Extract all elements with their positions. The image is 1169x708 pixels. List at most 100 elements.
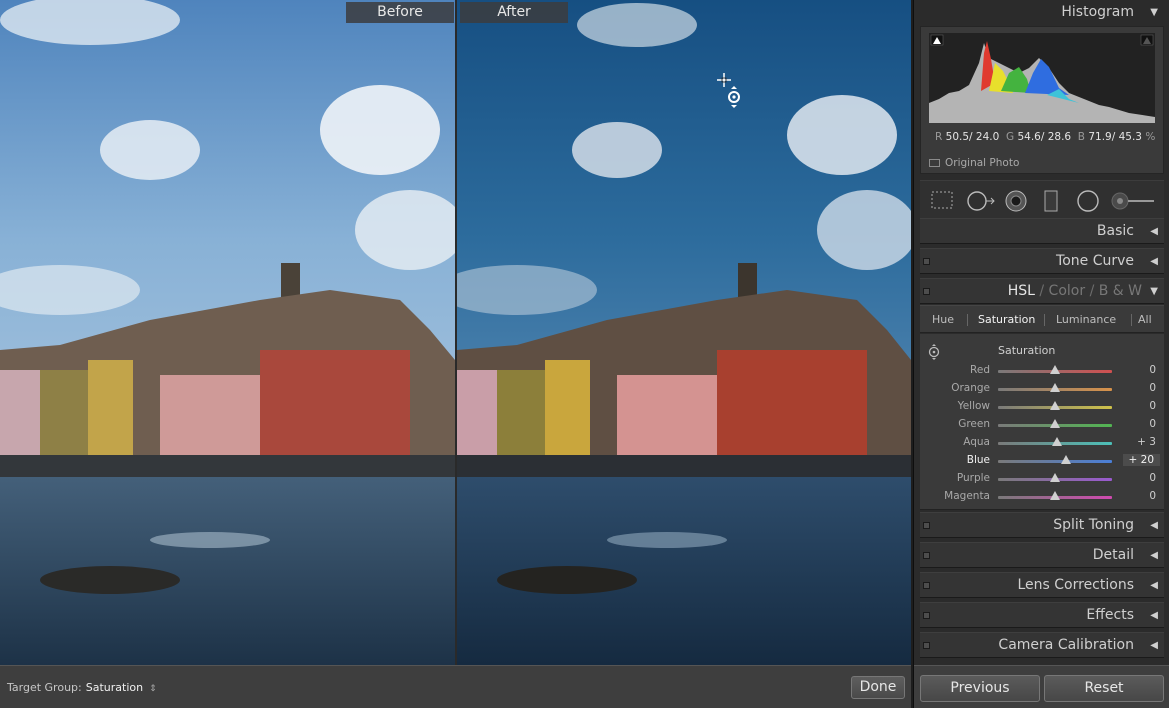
basic-section-header[interactable]: Basic ◀ <box>920 218 1164 244</box>
panel-switch-icon[interactable] <box>923 258 930 265</box>
histogram-graph <box>929 33 1155 123</box>
lens-corrections-section-header[interactable]: Lens Corrections ◀ <box>920 572 1164 598</box>
panel-switch-icon[interactable] <box>923 522 930 529</box>
expand-triangle-icon[interactable]: ◀ <box>1150 550 1158 561</box>
slider-value[interactable]: 0 <box>1149 472 1156 484</box>
slider-value[interactable]: 0 <box>1149 364 1156 376</box>
updown-arrows-icon[interactable]: ⇕ <box>149 684 157 694</box>
separator: / <box>1039 283 1045 299</box>
histogram-title: Histogram <box>1061 4 1134 20</box>
slider-thumb[interactable] <box>1050 401 1060 410</box>
slider-value[interactable]: 0 <box>1149 382 1156 394</box>
original-photo-label: Original Photo <box>945 157 1020 169</box>
panel-switch-icon[interactable] <box>923 582 930 589</box>
slider-row-aqua: Aqua + 3 <box>920 434 1164 452</box>
graduated-filter-icon[interactable] <box>1042 190 1060 212</box>
g-label: G <box>1005 131 1015 143</box>
camera-calibration-section-header[interactable]: Camera Calibration ◀ <box>920 632 1164 658</box>
after-label: After <box>460 2 568 23</box>
target-group-value[interactable]: Saturation <box>86 681 143 694</box>
before-after-viewer: Before After <box>0 0 911 665</box>
b-value: 71.9/ 45.3 <box>1088 131 1142 143</box>
expand-triangle-icon[interactable]: ◀ <box>1150 226 1158 237</box>
panel-switch-icon[interactable] <box>923 288 930 295</box>
hsl-tabs: Hue Saturation Luminance All <box>920 305 1164 333</box>
panel-bottom-buttons: Previous Reset <box>914 665 1169 708</box>
after-photo[interactable] <box>457 0 911 665</box>
saturation-heading: Saturation <box>998 344 1056 357</box>
before-photo <box>0 0 455 665</box>
g-value: 54.6/ 28.6 <box>1017 131 1072 143</box>
slider-value[interactable]: 0 <box>1149 418 1156 430</box>
expand-triangle-icon[interactable]: ◀ <box>1150 640 1158 651</box>
split-toning-section-header[interactable]: Split Toning ◀ <box>920 512 1164 538</box>
expand-triangle-icon[interactable]: ◀ <box>1150 256 1158 267</box>
tab-luminance[interactable]: Luminance <box>1056 313 1116 326</box>
slider-value[interactable]: + 3 <box>1137 436 1156 448</box>
slider-thumb[interactable] <box>1050 419 1060 428</box>
target-adjustment-tool-icon[interactable] <box>927 344 941 360</box>
tab-separator <box>1131 314 1132 326</box>
slider-thumb[interactable] <box>1061 455 1072 464</box>
slider-value[interactable]: 0 <box>1149 400 1156 412</box>
slider-thumb[interactable] <box>1050 473 1060 482</box>
tab-hue[interactable]: Hue <box>932 313 954 326</box>
effects-title: Effects <box>1086 607 1134 623</box>
slider-label: Blue <box>966 454 990 466</box>
slider-row-purple: Purple 0 <box>920 470 1164 488</box>
expand-triangle-icon[interactable]: ◀ <box>1150 520 1158 531</box>
split-toning-title: Split Toning <box>1053 517 1134 533</box>
radial-filter-icon[interactable] <box>1076 190 1100 212</box>
crop-overlay-icon[interactable] <box>930 190 954 210</box>
slider-label: Red <box>970 364 990 376</box>
tab-saturation[interactable]: Saturation <box>978 313 1035 326</box>
panel-switch-icon[interactable] <box>923 612 930 619</box>
r-label: R <box>935 131 943 143</box>
color-mode-label[interactable]: Color <box>1049 283 1086 299</box>
target-group-selector[interactable]: Target Group: Saturation ⇕ <box>7 681 157 694</box>
detail-section-header[interactable]: Detail ◀ <box>920 542 1164 568</box>
slider-value[interactable]: + 20 <box>1122 454 1160 466</box>
slider-thumb[interactable] <box>1050 365 1060 374</box>
panel-switch-icon[interactable] <box>923 552 930 559</box>
slider-thumb[interactable] <box>1051 437 1062 446</box>
hsl-section-header[interactable]: HSL / Color / B & W ▼ <box>920 278 1164 304</box>
tab-all[interactable]: All <box>1138 313 1152 326</box>
bw-mode-label[interactable]: B & W <box>1099 283 1142 299</box>
bottom-toolbar: Target Group: Saturation ⇕ <box>0 665 911 708</box>
slider-thumb[interactable] <box>1050 491 1060 500</box>
adjustment-brush-icon[interactable] <box>1110 190 1156 212</box>
histogram-header[interactable]: Histogram ▼ <box>920 0 1164 26</box>
target-adjustment-cursor-icon <box>717 73 740 108</box>
separator: / <box>1089 283 1095 299</box>
done-button[interactable]: Done <box>851 676 905 699</box>
checkbox-icon[interactable] <box>929 159 940 167</box>
expand-triangle-icon[interactable]: ◀ <box>1150 580 1158 591</box>
previous-button[interactable]: Previous <box>920 675 1040 702</box>
reset-button[interactable]: Reset <box>1044 675 1164 702</box>
effects-section-header[interactable]: Effects ◀ <box>920 602 1164 628</box>
tone-curve-title: Tone Curve <box>1056 253 1134 269</box>
slider-label: Magenta <box>944 490 990 502</box>
spot-removal-icon[interactable] <box>966 190 996 212</box>
tone-curve-section-header[interactable]: Tone Curve ◀ <box>920 248 1164 274</box>
before-label: Before <box>346 2 454 23</box>
slider-label: Purple <box>956 472 990 484</box>
slider-label: Green <box>958 418 990 430</box>
slider-row-yellow: Yellow 0 <box>920 398 1164 416</box>
slider-track[interactable] <box>998 460 1112 463</box>
slider-thumb[interactable] <box>1050 383 1060 392</box>
hsl-mode-label[interactable]: HSL <box>1008 283 1035 299</box>
panel-switch-icon[interactable] <box>923 642 930 649</box>
slider-label: Yellow <box>957 400 990 412</box>
slider-value[interactable]: 0 <box>1149 490 1156 502</box>
slider-row-red: Red 0 <box>920 362 1164 380</box>
expand-triangle-icon[interactable]: ◀ <box>1150 610 1158 621</box>
red-eye-icon[interactable] <box>1004 190 1028 212</box>
tab-separator <box>967 314 968 326</box>
b-label: B <box>1077 131 1085 143</box>
collapse-triangle-icon[interactable]: ▼ <box>1150 286 1158 297</box>
collapse-triangle-icon[interactable]: ▼ <box>1150 7 1158 18</box>
percent-sign: % <box>1145 131 1156 143</box>
original-photo-toggle[interactable]: Original Photo <box>929 157 1019 169</box>
